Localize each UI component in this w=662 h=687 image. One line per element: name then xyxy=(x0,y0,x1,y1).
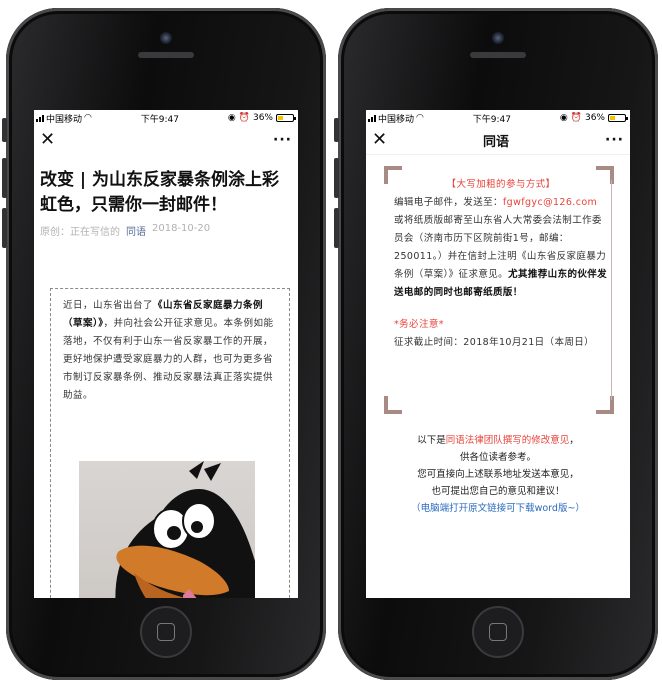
mute-switch xyxy=(2,118,7,142)
status-bar: 中国移动 ◠ 下午9:47 ◉ ⏰ 36% xyxy=(34,110,298,126)
screen-right: 中国移动 ◠ 下午9:47 ◉ ⏰ 36% ✕ 同语 ··· 【大写加粗的参与方… xyxy=(366,110,630,598)
battery-icon xyxy=(276,114,296,122)
wifi-icon: ◠ xyxy=(416,113,424,123)
carrier-label: 中国移动 xyxy=(46,114,83,125)
email-link[interactable]: fgwfgyc@126.com xyxy=(503,197,597,208)
nav-title: 同语 xyxy=(483,134,510,150)
participation-text: 【大写加粗的参与方式】 编辑电子邮件，发送至：fgwfgyc@126.com 或… xyxy=(394,176,608,352)
close-icon[interactable]: ✕ xyxy=(40,131,55,149)
front-camera xyxy=(492,32,504,44)
meta-author: 正在写信的 xyxy=(70,227,120,238)
intro-2: 供各位读者参考。 xyxy=(459,452,536,463)
nav-bar: ✕ 同语 ··· xyxy=(366,126,630,155)
intro-4: 也可提出您自己的意见和建议！ xyxy=(431,486,565,497)
frame-line xyxy=(611,180,612,400)
mute-switch xyxy=(334,118,339,142)
email-prefix: 编辑电子邮件，发送至： xyxy=(394,197,503,208)
quote-text-2: ，并向社会公开征求意见。本条例如能落地，不仅有利于山东一省反家暴工作的开展，更好… xyxy=(63,318,274,401)
quote-paragraph: 近日，山东省出台了《山东省反家庭暴力条例（草案）》，并向社会公开征求意见。本条例… xyxy=(63,297,277,405)
battery-percent: 36% xyxy=(584,113,605,123)
home-button[interactable] xyxy=(472,606,524,658)
signal-icon xyxy=(36,114,44,122)
phone-right: 中国移动 ◠ 下午9:47 ◉ ⏰ 36% ✕ 同语 ··· 【大写加粗的参与方… xyxy=(334,8,658,680)
clock: 下午9:47 xyxy=(472,114,511,125)
screen-left: 中国移动 ◠ 下午9:47 ◉ ⏰ 36% ✕ ··· 改变 | 为山东反家暴条… xyxy=(34,110,298,598)
nav-bar: ✕ ··· xyxy=(34,126,298,154)
participation-heading: 【大写加粗的参与方式】 xyxy=(446,179,556,190)
status-bar: 中国移动 ◠ 下午9:47 ◉ ⏰ 36% xyxy=(366,110,630,126)
carrier-label: 中国移动 xyxy=(378,114,415,125)
article-title: 改变 | 为山东反家暴条例涂上彩虹色，只需你一封邮件！ xyxy=(40,170,280,215)
quote-box: 近日，山东省出台了《山东省反家庭暴力条例（草案）》，并向社会公开征求意见。本条例… xyxy=(50,288,290,598)
intro-download-link[interactable]: （电脑端打开原文链接可下载word版~） xyxy=(366,500,630,517)
clock: 下午9:47 xyxy=(140,114,179,125)
intro-1a: 以下是 xyxy=(417,435,446,446)
signal-icon xyxy=(368,114,376,122)
meta-origin: 原创： xyxy=(40,227,70,238)
intro-legal-team: 同语法律团队撰写的修改意见 xyxy=(445,435,570,446)
lock-rotation-icon: ◉ xyxy=(559,113,568,123)
battery-icon xyxy=(608,114,628,122)
lock-rotation-icon: ◉ xyxy=(227,113,236,123)
close-icon[interactable]: ✕ xyxy=(372,131,387,149)
alarm-icon: ⏰ xyxy=(570,113,582,123)
article-meta: 原创：正在写信的 同语 2018-10-20 xyxy=(34,218,298,238)
home-button[interactable] xyxy=(140,606,192,658)
intro-3: 您可直接向上述联系地址发送本意见， xyxy=(417,469,579,480)
battery-percent: 36% xyxy=(252,113,273,123)
earpiece-speaker xyxy=(138,52,194,58)
phone-left: 中国移动 ◠ 下午9:47 ◉ ⏰ 36% ✕ ··· 改变 | 为山东反家暴条… xyxy=(2,8,326,680)
alarm-icon: ⏰ xyxy=(238,113,250,123)
earpiece-speaker xyxy=(470,52,526,58)
volume-down-button xyxy=(334,208,339,248)
deadline-text: 征求截止时间：2018年10月21日（本周日） xyxy=(394,337,595,348)
more-icon[interactable]: ··· xyxy=(273,132,292,148)
wifi-icon: ◠ xyxy=(84,113,92,123)
participation-frame: 【大写加粗的参与方式】 编辑电子邮件，发送至：fgwfgyc@126.com 或… xyxy=(384,166,614,414)
comments-intro: 以下是同语法律团队撰写的修改意见， 供各位读者参考。 您可直接向上述联系地址发送… xyxy=(366,432,630,517)
meta-source-link[interactable]: 同语 xyxy=(126,223,146,238)
duck-cartoon-image xyxy=(79,461,255,598)
front-camera xyxy=(160,32,172,44)
quote-text-1: 近日，山东省出台了 xyxy=(63,300,154,311)
volume-up-button xyxy=(334,158,339,198)
more-icon[interactable]: ··· xyxy=(605,132,624,148)
notice-label: *务必注意* xyxy=(394,319,444,330)
volume-up-button xyxy=(2,158,7,198)
meta-date: 2018-10-20 xyxy=(152,223,211,234)
volume-down-button xyxy=(2,208,7,248)
intro-1b: ， xyxy=(569,435,579,446)
frame-corner xyxy=(384,396,402,414)
